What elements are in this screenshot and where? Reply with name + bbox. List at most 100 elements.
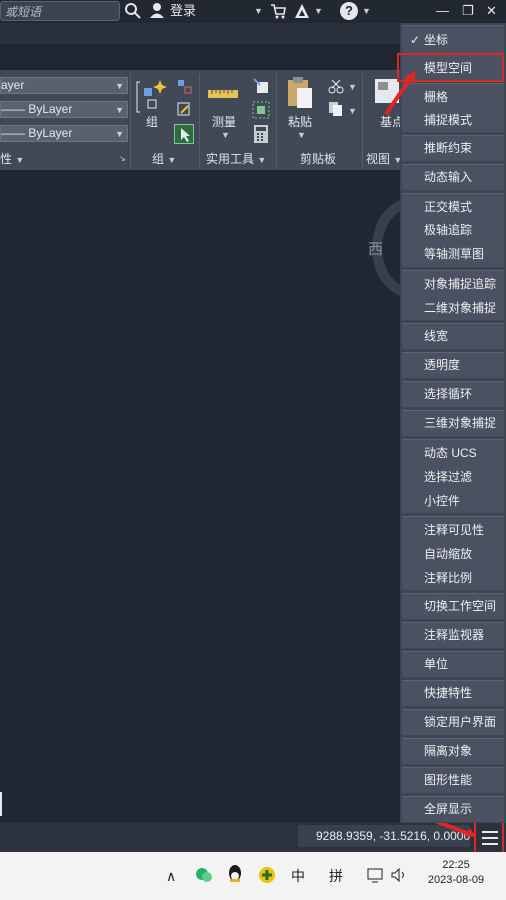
menu-item-annotation-visibility[interactable]: 注释可见性 [424,520,484,540]
menu-item-lineweight[interactable]: 线宽 [424,326,448,346]
cart-icon[interactable] [270,3,286,24]
utilities-panel-label[interactable]: 实用工具 ▼ [206,150,266,168]
menu-item-coordinates[interactable]: 坐标 [424,30,448,50]
clock-date: 2023-08-09 [427,874,485,886]
qq-icon[interactable] [226,864,244,889]
account-dropdown-icon[interactable]: ▼ [314,6,323,16]
menu-item-lock-ui[interactable]: 锁定用户界面 [424,712,496,732]
menu-group: 注释监视器 [402,622,504,648]
lineweight-select[interactable]: —— ByLayer ▼ [0,125,128,142]
clipboard-panel-label: 剪贴板 [300,152,337,166]
cut-icon[interactable] [328,78,344,99]
search-input[interactable]: 或短语 [0,1,120,21]
group-button[interactable]: 组 [146,113,158,130]
menu-item-grid[interactable]: 栅格 [424,87,448,107]
menu-group: 动态输入 [402,164,504,190]
measure-icon[interactable] [208,86,240,105]
menu-group: 动态 UCS 选择过滤 小控件 [402,439,504,513]
copy-icon[interactable] [328,101,344,122]
menu-group: 隔离对象 [402,738,504,764]
ungroup-icon[interactable] [176,78,192,99]
menu-item-switch-workspace[interactable]: 切换工作空间 [424,596,496,616]
layer-select-value: ayer [1,78,25,92]
login-link[interactable]: 登录 [170,0,196,22]
restore-button[interactable]: ❐ [462,0,474,22]
menu-item-units[interactable]: 单位 [424,654,448,674]
layer-select[interactable]: ayer ▼ [0,77,128,94]
menu-item-polar-tracking[interactable]: 极轴追踪 [424,220,472,240]
measure-button[interactable]: 测量 [212,113,236,130]
menu-group: 快捷特性 [402,680,504,706]
view-panel-label[interactable]: 视图 ▼ [366,150,402,168]
wechat-icon[interactable] [195,866,213,889]
chevron-down-icon[interactable]: ▼ [221,130,230,140]
ime-pinyin-indicator[interactable]: 拼 [329,866,343,886]
hamburger-line [482,837,498,839]
menu-item-quick-properties[interactable]: 快捷特性 [424,683,472,703]
menu-item-clean-screen[interactable]: 全屏显示 [424,799,472,819]
menu-item-3d-object-snap[interactable]: 三维对象捕捉 [424,413,496,433]
help-dropdown-icon[interactable]: ▼ [362,6,371,16]
drawing-canvas[interactable] [0,172,400,822]
menu-item-object-snap-tracking[interactable]: 对象捕捉追踪 [424,274,496,294]
quick-select-icon[interactable] [252,77,270,100]
group-select-icon[interactable] [174,124,194,144]
menu-group: 全屏显示 [402,796,504,822]
status-customization-menu: ✓ 坐标 模型空间 栅格 捕捉模式 推断约束 动态输入 正交模式 极轴追踪 等轴… [400,23,506,823]
menu-item-isolate-objects[interactable]: 隔离对象 [424,741,472,761]
divider [362,74,363,168]
minimize-button[interactable]: — [436,0,449,22]
divider [130,74,131,168]
select-all-icon[interactable] [252,101,270,124]
close-button[interactable]: ✕ [486,0,497,22]
menu-item-annotation-monitor[interactable]: 注释监视器 [424,625,484,645]
chevron-down-icon[interactable]: ▼ [348,106,357,116]
menu-item-selection-filter[interactable]: 选择过滤 [424,467,472,487]
hamburger-icon [482,831,498,833]
divider [276,74,277,168]
paste-icon[interactable] [286,76,314,115]
menu-item-snap-mode[interactable]: 捕捉模式 [424,110,472,130]
menu-item-selection-cycling[interactable]: 选择循环 [424,384,472,404]
chevron-down-icon: ▼ [115,105,124,115]
properties-panel-label[interactable]: 性 ▼ [0,150,24,168]
menu-group: 锁定用户界面 [402,709,504,735]
account-icon[interactable] [294,3,310,24]
group-edit-icon[interactable] [176,101,192,122]
taskbar-clock[interactable]: 22:25 2023-08-09 [420,858,492,888]
menu-item-auto-scale[interactable]: 自动缩放 [424,544,472,564]
menu-item-dynamic-ucs[interactable]: 动态 UCS [424,443,477,463]
menu-item-gizmo[interactable]: 小控件 [424,491,460,511]
volume-icon[interactable] [390,866,408,889]
clock-time: 22:25 [442,859,470,871]
menu-group: 正交模式 极轴追踪 等轴测草图 [402,193,504,267]
linetype-select[interactable]: —— ByLayer ▼ [0,101,128,118]
network-icon[interactable] [366,866,384,889]
compass-west-label[interactable]: 西 [368,238,383,259]
menu-item-graphics-performance[interactable]: 图形性能 [424,770,472,790]
scrollbar-left[interactable] [0,792,2,816]
chevron-up-icon[interactable]: ∧ [166,866,176,886]
menu-item-dynamic-input[interactable]: 动态输入 [424,167,472,187]
search-icon[interactable] [124,2,142,25]
menu-group: 切换工作空间 [402,593,504,619]
menu-item-infer-constraints[interactable]: 推断约束 [424,138,472,158]
ime-chinese-indicator[interactable]: 中 [291,866,305,886]
menu-group: 三维对象捕捉 [402,410,504,436]
user-icon[interactable] [149,2,165,23]
menu-item-transparency[interactable]: 透明度 [424,355,460,375]
calculator-icon[interactable] [254,125,268,148]
chevron-down-icon[interactable]: ▼ [297,130,306,140]
menu-item-2d-object-snap[interactable]: 二维对象捕捉 [424,298,496,318]
group-panel-label[interactable]: 组 ▼ [152,150,176,168]
paste-button[interactable]: 粘贴 [288,113,312,130]
menu-item-ortho-mode[interactable]: 正交模式 [424,197,472,217]
chevron-down-icon[interactable]: ▼ [348,82,357,92]
menu-item-annotation-scale[interactable]: 注释比例 [424,568,472,588]
panel-launcher-icon[interactable]: ↘ [119,154,126,163]
help-icon[interactable]: ? [340,2,358,20]
login-dropdown-icon[interactable]: ▼ [254,6,263,16]
app-plus-icon[interactable] [258,866,276,889]
menu-item-isometric-drafting[interactable]: 等轴测草图 [424,244,484,264]
linetype-select-value: —— ByLayer [1,102,73,116]
